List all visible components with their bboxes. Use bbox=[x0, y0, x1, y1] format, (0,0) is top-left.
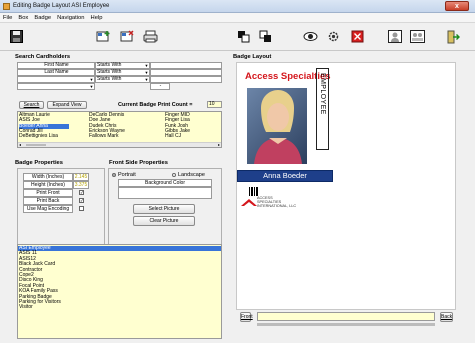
badge-properties-title: Badge Properties bbox=[15, 160, 63, 166]
print-front-label: Print Front bbox=[23, 189, 73, 197]
chevron-down-icon: ▼ bbox=[89, 84, 94, 89]
window-title: Editing Badge Layout ASI Employee bbox=[13, 3, 110, 9]
cancel-icon[interactable] bbox=[350, 29, 365, 44]
menu-file[interactable]: File bbox=[0, 13, 15, 23]
last-name-label: Last Name bbox=[17, 69, 95, 76]
company-logo-icon bbox=[241, 198, 257, 208]
first-name-input[interactable] bbox=[150, 62, 222, 69]
view-icon[interactable] bbox=[303, 29, 318, 44]
front-side-properties-box: Portrait Landscape Background Color Sele… bbox=[108, 168, 222, 248]
add-badge-icon[interactable] bbox=[96, 29, 111, 44]
search-section-title: Search Cardholders bbox=[15, 54, 71, 60]
background-color-label: Background Color bbox=[118, 179, 212, 187]
last-name-mode-value: Starts With bbox=[97, 69, 122, 75]
portrait-label: Portrait bbox=[118, 172, 136, 178]
chevron-down-icon: ▼ bbox=[144, 77, 149, 82]
print-count-value: 10 bbox=[207, 101, 222, 108]
settings-icon[interactable] bbox=[326, 29, 341, 44]
search-grid: First Name Starts With ▼ Last Name Starts… bbox=[17, 62, 222, 100]
value-input-3[interactable] bbox=[150, 76, 222, 83]
landscape-label: Landscape bbox=[178, 172, 205, 178]
height-label: Height (Inches) bbox=[23, 181, 73, 189]
list-item[interactable]: DeBettignies Lisa bbox=[19, 133, 69, 139]
expand-view-button[interactable]: Expand View bbox=[47, 101, 87, 109]
app-icon bbox=[3, 3, 10, 10]
width-input[interactable]: 2.145 bbox=[73, 173, 89, 181]
print-icon[interactable] bbox=[143, 29, 158, 44]
last-name-input[interactable] bbox=[150, 69, 222, 76]
cardholder-name: Anna Boeder bbox=[263, 171, 307, 180]
print-back-label: Print Back bbox=[23, 197, 73, 205]
list-item[interactable]: Hall CJ bbox=[165, 133, 190, 139]
menu-box[interactable]: Box bbox=[15, 13, 31, 23]
field-select-3[interactable]: ▼ bbox=[17, 76, 95, 83]
save-icon[interactable] bbox=[9, 29, 24, 44]
menu-badge[interactable]: Badge bbox=[31, 13, 54, 23]
back-button[interactable]: Back bbox=[440, 312, 453, 322]
name-bar: Anna Boeder bbox=[237, 170, 333, 182]
scroll-left-icon[interactable]: ◂ bbox=[19, 143, 21, 147]
front-button[interactable]: Front bbox=[240, 312, 253, 322]
first-name-mode-value: Starts With bbox=[97, 62, 122, 68]
portrait-image bbox=[254, 90, 302, 164]
mode-select-3-value: Starts With bbox=[97, 76, 122, 82]
results-horizontal-scrollbar[interactable]: ◂ ▸ bbox=[18, 142, 221, 147]
vertical-label-box: EMPLOYEE bbox=[316, 68, 329, 150]
badge-layout-title: Badge Layout bbox=[233, 54, 272, 60]
badge-properties-box: Width (Inches) 2.145 Height (Inches) 3.3… bbox=[17, 168, 105, 248]
cardholder-photo bbox=[247, 88, 307, 164]
menu-help[interactable]: Help bbox=[88, 13, 106, 23]
dash-field: - bbox=[150, 83, 170, 90]
mode-select-3[interactable]: Starts With ▼ bbox=[95, 76, 150, 83]
close-button[interactable]: x bbox=[445, 1, 469, 11]
portrait-radio[interactable]: Portrait bbox=[112, 172, 136, 178]
background-color-swatch[interactable] bbox=[118, 187, 212, 199]
front-side-properties-title: Front Side Properties bbox=[109, 160, 168, 166]
scroll-right-icon[interactable]: ▸ bbox=[218, 143, 220, 147]
radio-selected-icon bbox=[112, 172, 116, 177]
print-back-checkbox[interactable]: ✓ bbox=[79, 198, 84, 203]
first-name-label: First Name bbox=[17, 62, 95, 69]
logo-text: ACCESS SPECIALTIES INTERNATIONAL, LLC bbox=[257, 196, 296, 209]
search-button[interactable]: Search bbox=[19, 101, 44, 109]
print-front-checkbox[interactable]: ✓ bbox=[79, 190, 84, 195]
scroll-thumb[interactable] bbox=[26, 144, 46, 146]
width-label: Width (Inches) bbox=[23, 173, 73, 181]
barcode-icon bbox=[249, 187, 259, 196]
menu-bar: File Box Badge Navigation Help bbox=[0, 13, 475, 23]
badge-progress-track bbox=[257, 323, 435, 326]
gallery-icon[interactable] bbox=[410, 29, 425, 44]
chevron-down-icon: ▼ bbox=[89, 77, 94, 82]
logo-line: INTERNATIONAL, LLC bbox=[257, 204, 297, 209]
mag-encoding-checkbox[interactable] bbox=[79, 206, 84, 211]
print-count-label: Current Badge Print Count = bbox=[118, 102, 193, 108]
select-picture-button[interactable]: Select Picture bbox=[133, 204, 195, 214]
first-name-mode-select[interactable]: Starts With ▼ bbox=[95, 62, 150, 69]
radio-icon bbox=[172, 172, 176, 177]
field-select-4[interactable]: ▼ bbox=[17, 83, 95, 90]
height-input[interactable]: 3.375 bbox=[73, 181, 89, 189]
delete-badge-icon[interactable] bbox=[120, 29, 135, 44]
copy-back-icon[interactable] bbox=[258, 29, 273, 44]
toolbar bbox=[0, 23, 475, 51]
badge-layout-list[interactable]: ASI Employee ASIS 11 ASIS12 Black Jack C… bbox=[17, 244, 222, 339]
clear-picture-button[interactable]: Clear Picture bbox=[133, 216, 195, 226]
menu-navigation[interactable]: Navigation bbox=[54, 13, 87, 23]
badge-canvas[interactable]: Access Specialties EMPLOYEE Anna Boeder … bbox=[236, 62, 456, 310]
cardholder-results-list[interactable]: Altman Laurie ASIS Joe Boeder Anna Conra… bbox=[17, 111, 222, 148]
chevron-down-icon: ▼ bbox=[144, 63, 149, 68]
mag-encoding-label: Use Mag Encoding bbox=[23, 205, 73, 213]
list-item[interactable]: Visitor bbox=[18, 305, 221, 311]
last-name-mode-select[interactable]: Starts With ▼ bbox=[95, 69, 150, 76]
photo-icon[interactable] bbox=[387, 29, 402, 44]
list-item[interactable]: Fallows Mark bbox=[89, 133, 125, 139]
copy-front-icon[interactable] bbox=[236, 29, 251, 44]
chevron-down-icon: ▼ bbox=[144, 70, 149, 75]
landscape-radio[interactable]: Landscape bbox=[172, 172, 205, 178]
title-bar: Editing Badge Layout ASI Employee x bbox=[0, 0, 475, 13]
employee-vertical-label: EMPLOYEE bbox=[319, 73, 326, 115]
exit-icon[interactable] bbox=[446, 29, 461, 44]
badge-status-bar bbox=[257, 312, 435, 321]
